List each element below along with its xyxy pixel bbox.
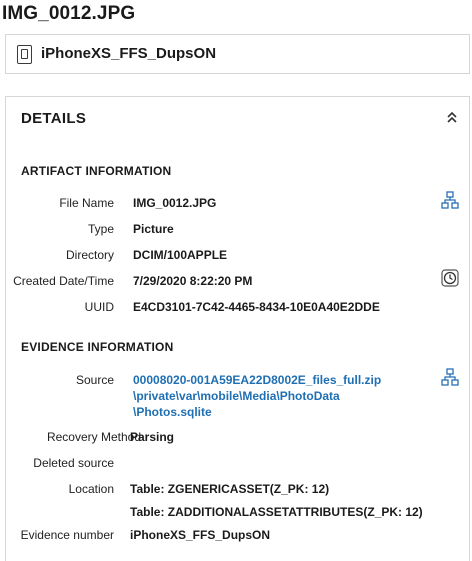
location-label: Location [68, 482, 114, 496]
file-name-value: IMG_0012.JPG [133, 196, 217, 210]
hierarchy-icon[interactable] [441, 191, 459, 209]
directory-label: Directory [65, 248, 114, 262]
created-value: 7/29/2020 8:22:20 PM [133, 274, 253, 288]
type-label: Type [87, 222, 114, 236]
uuid-value: E4CD3101-7C42-4465-8434-10E0A40E2DDE [133, 300, 380, 314]
clock-icon[interactable] [441, 269, 459, 287]
directory-value: DCIM/100APPLE [133, 248, 228, 262]
evidence-number-label: Evidence number [20, 528, 114, 542]
deleted-source-label: Deleted source [33, 456, 114, 470]
source-link-line-2[interactable]: \private\var\mobile\Media\PhotoData [133, 389, 340, 403]
location-value-2: Table: ZADDITIONALASSETATTRIBUTES(Z_PK: … [130, 505, 423, 519]
evidence-number-value: iPhoneXS_FFS_DupsON [130, 528, 271, 542]
artifact-section-title: ARTIFACT INFORMATION [21, 164, 172, 178]
source-link-line-3[interactable]: \Photos.sqlite [133, 405, 212, 419]
double-chevron-up-icon[interactable] [446, 110, 458, 124]
file-title: IMG_0012.JPG [2, 3, 136, 24]
device-name: iPhoneXS_FFS_DupsON [41, 45, 217, 62]
device-bar: iPhoneXS_FFS_DupsON [5, 34, 470, 74]
recovery-method-value: Parsing [130, 430, 175, 444]
created-label: Created Date/Time [13, 274, 114, 288]
source-link-line-1[interactable]: 00008020-001A59EA22D8002E_files_full.zip [133, 373, 381, 387]
uuid-label: UUID [84, 300, 114, 314]
details-panel: DETAILS ARTIFACT INFORMATION File Name I… [5, 96, 470, 561]
hierarchy-icon[interactable] [441, 368, 459, 386]
phone-icon [17, 45, 32, 64]
evidence-section-title: EVIDENCE INFORMATION [21, 340, 174, 354]
details-title: DETAILS [21, 110, 87, 127]
location-value-1: Table: ZGENERICASSET(Z_PK: 12) [130, 482, 330, 496]
file-name-label: File Name [59, 196, 114, 210]
source-label: Source [75, 373, 114, 387]
type-value: Picture [133, 222, 174, 236]
recovery-method-label: Recovery Method [46, 430, 141, 444]
